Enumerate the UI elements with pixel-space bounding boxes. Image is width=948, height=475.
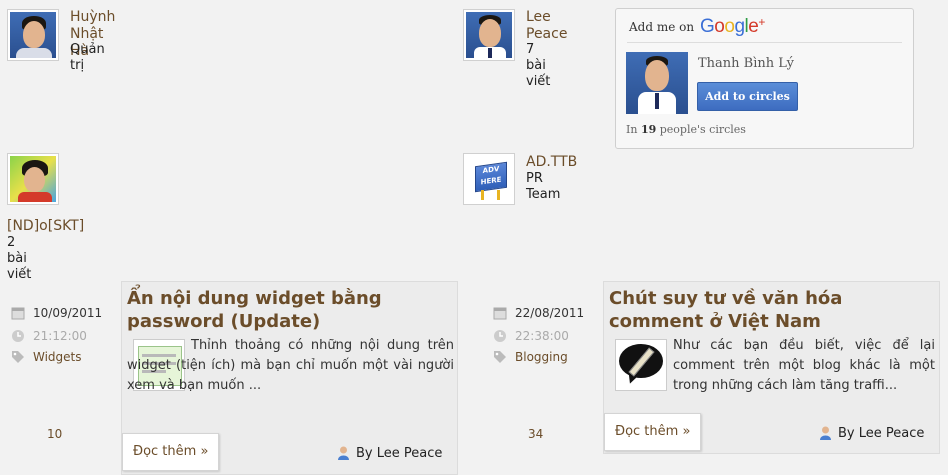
post-title-line[interactable]: password (Update) (127, 310, 382, 333)
post-date: 10/09/2011 (33, 306, 103, 320)
google-logo-letter: o (724, 16, 735, 37)
post-meta: 10/09/2011 21:12:00 Widgets (11, 306, 116, 376)
author-name-line[interactable]: Peace (526, 26, 567, 43)
byline-text[interactable]: By Lee Peace (356, 446, 442, 461)
google-logo-letter: G (700, 16, 715, 37)
post-card: Chút suy tư về văn hóa comment ở Việt Na… (603, 281, 940, 454)
author-name[interactable]: Lee Peace (526, 9, 567, 43)
author-avatar[interactable] (7, 153, 59, 205)
author-name[interactable]: AD.TTB (526, 154, 577, 171)
user-icon (338, 446, 349, 460)
post-date: 22/08/2011 (515, 306, 585, 320)
post-category[interactable]: Blogging (515, 350, 568, 364)
post-thumbnail[interactable] (615, 339, 667, 391)
google-logo-letter: e (748, 16, 759, 37)
calendar-icon (493, 307, 507, 320)
circles-suffix: people's circles (659, 123, 746, 136)
google-logo-letter: + (758, 15, 765, 29)
author-name-line[interactable]: Lee (526, 9, 567, 26)
author-role: PR Team (526, 171, 561, 202)
adv-badge-text: ADV HERE (480, 164, 502, 187)
divider (627, 42, 902, 43)
read-more-button[interactable]: Đọc thêm » (604, 413, 702, 451)
google-logo-letter: g (734, 16, 745, 37)
gplus-profile-photo[interactable] (626, 52, 688, 114)
post-title-line[interactable]: comment ở Việt Nam (609, 310, 842, 333)
post-title-line[interactable]: Ẩn nội dung widget bằng (127, 287, 382, 310)
author-avatar[interactable] (463, 9, 515, 61)
post-category[interactable]: Widgets (33, 350, 82, 364)
gplus-profile-name[interactable]: Thanh Bình Lý (698, 56, 794, 71)
post-excerpt: Như các bạn đều biết, việc để lại commen… (673, 338, 935, 393)
gplus-circles-count: In 19 people's circles (626, 123, 746, 136)
tag-icon (494, 351, 506, 363)
author-name[interactable]: [ND]o[SKT] (7, 218, 84, 235)
author-role: 7 bài viết (526, 42, 551, 89)
post-time: 22:38:00 (515, 329, 569, 343)
google-logo-letter: o (714, 16, 725, 37)
author-avatar[interactable] (7, 9, 59, 61)
post-title-line[interactable]: Chút suy tư về văn hóa (609, 287, 842, 310)
author-role: Quản trị (70, 42, 105, 73)
post-meta: 22/08/2011 22:38:00 Blogging (493, 306, 598, 376)
circles-number: 19 (640, 123, 657, 136)
author-avatar[interactable]: ADV HERE (463, 153, 515, 205)
google-plus-logo[interactable]: Google+ (700, 15, 765, 38)
comment-count[interactable]: 34 (528, 427, 543, 441)
clock-icon (494, 330, 506, 342)
circles-prefix: In (626, 123, 638, 136)
google-plus-badge: Add me on Google+ Thanh Bình Lý Add to c… (615, 8, 914, 149)
post-title[interactable]: Ẩn nội dung widget bằng password (Update… (127, 287, 382, 333)
byline-text[interactable]: By Lee Peace (838, 426, 924, 441)
clock-icon (12, 330, 24, 342)
post-byline[interactable]: By Lee Peace (336, 445, 442, 461)
tag-icon (12, 351, 24, 363)
read-more-button[interactable]: Đọc thêm » (122, 433, 220, 471)
comment-count[interactable]: 10 (47, 427, 62, 441)
calendar-icon (11, 307, 25, 320)
gplus-title: Add me on (629, 20, 695, 34)
post-card: Ẩn nội dung widget bằng password (Update… (121, 281, 458, 475)
adv-billboard-icon: ADV HERE (475, 161, 507, 193)
add-to-circles-button[interactable]: Add to circles (697, 82, 798, 111)
post-time: 21:12:00 (33, 329, 87, 343)
author-name-line[interactable]: Huỳnh (70, 9, 115, 26)
author-role: 2 bài viết (7, 235, 32, 282)
post-title[interactable]: Chút suy tư về văn hóa comment ở Việt Na… (609, 287, 842, 333)
user-icon (820, 426, 831, 440)
post-byline[interactable]: By Lee Peace (818, 425, 924, 441)
post-excerpt: Thỉnh thoảng có những nội dung trên widg… (127, 338, 454, 393)
